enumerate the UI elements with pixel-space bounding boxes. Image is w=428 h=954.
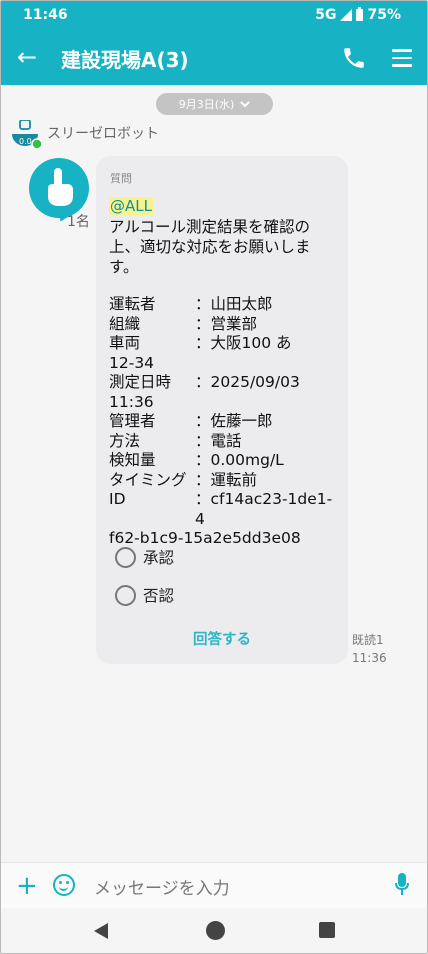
field-row: 方法 ：電話 [109,432,341,452]
field-key: タイミング [109,470,187,489]
nav-back-icon[interactable] [94,923,108,939]
phone-icon[interactable] [341,45,367,71]
field-key: ID [109,490,126,508]
emoji-icon[interactable] [53,874,75,896]
radio-reject[interactable]: 否認 [115,584,174,606]
plus-icon[interactable]: + [16,871,38,901]
sent-time: 11:36 [352,651,387,665]
status-bar: 11:46 5G 75% [1,1,427,31]
field-key: 組織 [109,314,141,333]
chat-title: 建設現場A(3) [61,48,189,72]
microphone-icon[interactable] [395,873,409,897]
radio-label: 否認 [143,587,175,605]
field-row: ID ：cf14ac23-1de1-4 [109,490,341,529]
field-value: ：営業部 [195,314,258,333]
chevron-down-icon [240,100,251,107]
battery-icon [356,7,364,21]
message-input-bar: + メッセージを入力 [1,862,427,909]
status-indicators: 5G 75% [315,7,401,23]
read-status: 既読1 11:36 [352,631,387,667]
field-value: ：0.00mg/L [195,451,284,469]
detail-fields: 運転者 ：山田太郎 組織 ：営業部 車両 ：大阪100 あ 12-34 測定日時 ：20… [109,295,341,549]
message-body: アルコール測定結果を確認の上、適切な対応をお願いします。 [109,218,311,276]
field-key: 方法 [109,431,141,450]
field-row: タイミング ：運転前 [109,471,341,491]
mention-tag[interactable]: @ALL [109,197,153,215]
field-value: ：佐藤一郎 [195,412,273,430]
network-label: 5G [315,7,337,23]
field-value: ：山田太郎 [195,295,273,313]
signal-icon [340,9,353,21]
field-row: 測定日時 ：2025/09/03 [109,373,341,393]
radio-approve[interactable]: 承認 [115,546,174,568]
arrow-left-icon[interactable]: ← [17,43,37,71]
field-row: 12-34 [109,354,341,374]
field-row: 車両 ：大阪100 あ [109,334,341,354]
read-count: 1名 [67,214,90,230]
field-key: 管理者 [109,412,156,430]
field-value: ：cf14ac23-1de1-4 [195,490,333,528]
app-frame: 11:46 5G 75% ← 建設現場A(3) 9月3日(水) 0.0 スリーゼ… [0,0,428,954]
field-row: 検知量 ：0.00mg/L [109,451,341,471]
read-label: 既読1 [352,633,384,647]
field-key: 車両 [109,334,141,352]
field-row: 運転者 ：山田太郎 [109,295,341,315]
field-value: ：大阪100 あ [195,334,292,352]
bot-name: スリーゼロボット [47,126,159,142]
field-row: 組織 ：営業部 [109,315,341,335]
radio-circle[interactable] [115,546,136,568]
field-row: 11:36 [109,393,341,413]
date-selector[interactable]: 9月3日(水) [156,93,273,115]
status-time: 11:46 [23,7,68,23]
radio-label: 承認 [143,549,175,567]
avatar[interactable] [29,158,89,225]
radio-circle[interactable] [115,584,136,606]
field-key: 検知量 [109,451,156,469]
field-value: 11:36 [109,392,154,411]
nav-recents-icon[interactable] [319,922,335,938]
message-input[interactable]: メッセージを入力 [94,874,230,899]
question-label: 質問 [110,172,132,185]
field-value: ：2025/09/03 [195,373,300,391]
date-label: 9月3日(水) [178,98,235,111]
message-bubble: 質問 @ALL アルコール測定結果を確認の上、適切な対応をお願いします。 運転者… [96,156,348,664]
chat-header: ← 建設現場A(3) [1,31,427,85]
field-key: 運転者 [109,295,156,313]
hamburger-menu-icon[interactable] [392,49,412,72]
field-value: ：電話 [195,431,242,450]
field-value: ：運転前 [195,470,258,489]
battery-label: 75% [367,7,401,23]
system-nav-bar [1,908,427,953]
robot-icon: 0.0 [12,120,41,150]
field-row: 管理者 ：佐藤一郎 [109,412,341,432]
nav-home-icon[interactable] [206,921,225,940]
svg-text:0.0: 0.0 [19,137,32,146]
answer-button[interactable]: 回答する [96,628,348,649]
field-value: 12-34 [109,353,155,372]
field-key: 測定日時 [109,373,172,391]
bot-sender-row: 0.0 スリーゼロボット [11,120,159,150]
